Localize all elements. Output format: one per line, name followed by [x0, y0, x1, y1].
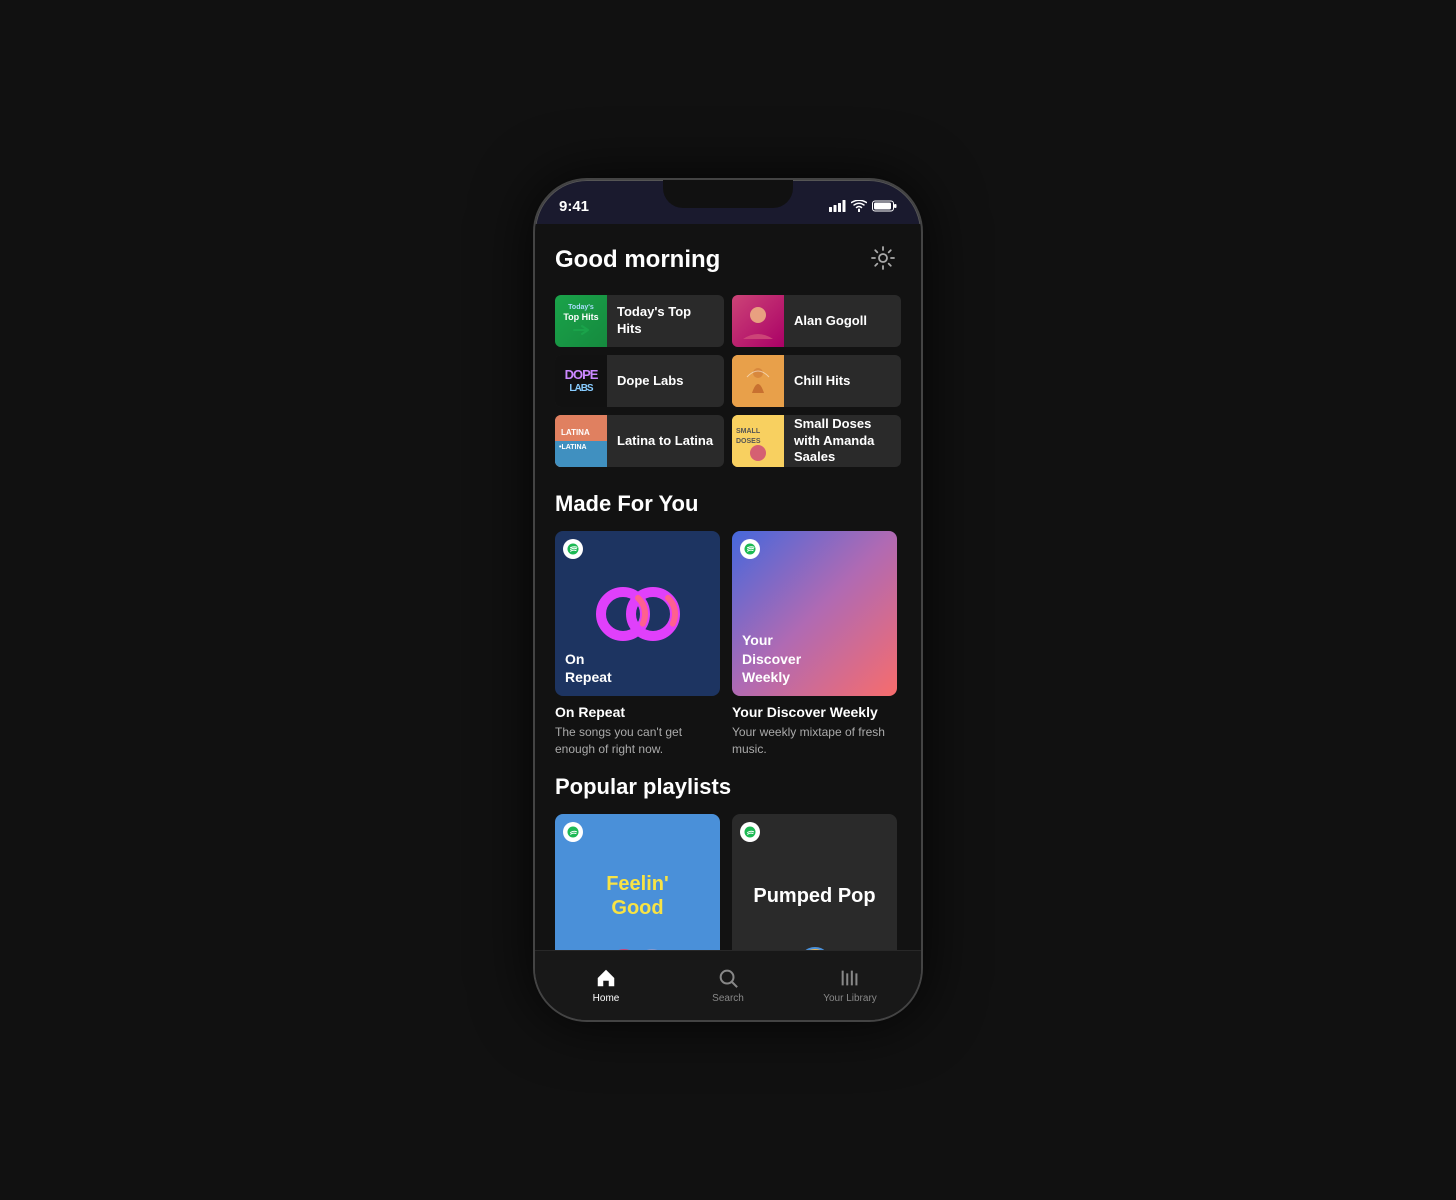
quick-label-dope-labs: Dope Labs	[607, 373, 693, 390]
svg-text:SMALL: SMALL	[736, 428, 761, 435]
notch	[663, 180, 793, 208]
card-feelin-good[interactable]: Feelin' Good Feelin' Good	[555, 814, 720, 950]
spotify-badge-discover	[740, 539, 760, 559]
spotify-badge-feelin	[563, 822, 583, 842]
quick-thumb-chill	[732, 355, 784, 407]
quick-thumb-small-doses: SMALL DOSES	[732, 415, 784, 467]
signal-icon	[829, 200, 846, 212]
quick-label-small-doses: Small Doses with Amanda Saales	[784, 416, 901, 467]
quick-item-chill-hits[interactable]: Chill Hits	[732, 355, 901, 407]
search-icon	[717, 967, 739, 989]
quick-label-latina: Latina to Latina	[607, 433, 723, 450]
nav-search[interactable]: Search	[667, 959, 789, 1004]
card-image-feelin-good: Feelin' Good	[555, 814, 720, 950]
on-repeat-card-text: On Repeat	[565, 650, 612, 686]
card-on-repeat[interactable]: On Repeat On Repeat The songs you can't …	[555, 531, 720, 758]
battery-icon	[872, 200, 897, 212]
status-time: 9:41	[559, 198, 589, 215]
feelin-good-card-text: Feelin' Good	[606, 872, 669, 920]
card-image-discover: Your Discover Weekly	[732, 531, 897, 696]
app-content: Good morning Today's Top Hits	[535, 224, 921, 1020]
header: Good morning	[555, 240, 901, 279]
nav-home-label: Home	[593, 993, 620, 1004]
made-for-you-cards[interactable]: On Repeat On Repeat The songs you can't …	[555, 531, 901, 758]
card-title-on-repeat: On Repeat	[555, 704, 720, 720]
popular-playlists-title: Popular playlists	[555, 774, 901, 800]
quick-thumb-latina: LATINA •LATINA	[555, 415, 607, 467]
card-desc-discover: Your weekly mixtape of fresh music.	[732, 724, 897, 758]
card-image-pumped-pop: Pumped Pop	[732, 814, 897, 950]
spotify-badge-on-repeat	[563, 539, 583, 559]
quick-label-top-hits: Today's Top Hits	[607, 304, 724, 338]
spotify-badge-pumped	[740, 822, 760, 842]
home-icon	[595, 967, 617, 989]
card-title-discover: Your Discover Weekly	[732, 704, 897, 720]
nav-search-label: Search	[712, 993, 744, 1004]
popular-playlists-cards[interactable]: Feelin' Good Feelin' Good	[555, 814, 901, 950]
pumped-pop-card-text: Pumped Pop	[753, 885, 875, 908]
status-icons	[829, 200, 897, 212]
card-image-on-repeat: On Repeat	[555, 531, 720, 696]
settings-button[interactable]	[865, 240, 901, 279]
quick-thumb-alan	[732, 295, 784, 347]
gear-icon	[869, 244, 897, 272]
quick-thumb-dope: DOPE LABS	[555, 355, 607, 407]
quick-item-latina[interactable]: LATINA •LATINA Latina to Latina	[555, 415, 724, 467]
discover-card-text: Your Discover Weekly	[742, 631, 801, 686]
made-for-you-title: Made For You	[555, 491, 901, 517]
scroll-area[interactable]: Good morning Today's Top Hits	[535, 224, 921, 950]
card-pumped-pop[interactable]: Pumped Pop Pumped Pop	[732, 814, 897, 950]
quick-item-small-doses[interactable]: SMALL DOSES Small Doses with Amanda Saal…	[732, 415, 901, 467]
svg-text:DOSES: DOSES	[736, 438, 761, 445]
nav-library[interactable]: Your Library	[789, 959, 911, 1004]
quick-item-top-hits[interactable]: Today's Top Hits Today's Top Hits	[555, 295, 724, 347]
wifi-icon	[851, 200, 867, 212]
bottom-nav: Home Search	[535, 950, 921, 1020]
phone-frame: 9:41	[533, 178, 923, 1022]
quick-item-alan-gogoll[interactable]: Alan Gogoll	[732, 295, 901, 347]
pumped-pop-avatars	[799, 947, 831, 950]
quick-label-alan-gogoll: Alan Gogoll	[784, 313, 877, 330]
nav-home[interactable]: Home	[545, 959, 667, 1004]
card-discover-weekly[interactable]: Your Discover Weekly Your Discover Weekl…	[732, 531, 897, 758]
greeting-title: Good morning	[555, 246, 720, 274]
quick-thumb-top-hits: Today's Top Hits	[555, 295, 607, 347]
svg-text:•LATINA: •LATINA	[559, 444, 587, 451]
quick-label-chill-hits: Chill Hits	[784, 373, 860, 390]
quick-item-dope-labs[interactable]: DOPE LABS Dope Labs	[555, 355, 724, 407]
nav-library-label: Your Library	[823, 993, 877, 1004]
library-icon	[839, 967, 861, 989]
quick-access-grid: Today's Top Hits Today's Top Hits	[555, 295, 901, 467]
card-desc-on-repeat: The songs you can't get enough of right …	[555, 724, 720, 758]
svg-text:LATINA: LATINA	[561, 428, 590, 437]
feelin-good-avatars	[608, 947, 668, 950]
